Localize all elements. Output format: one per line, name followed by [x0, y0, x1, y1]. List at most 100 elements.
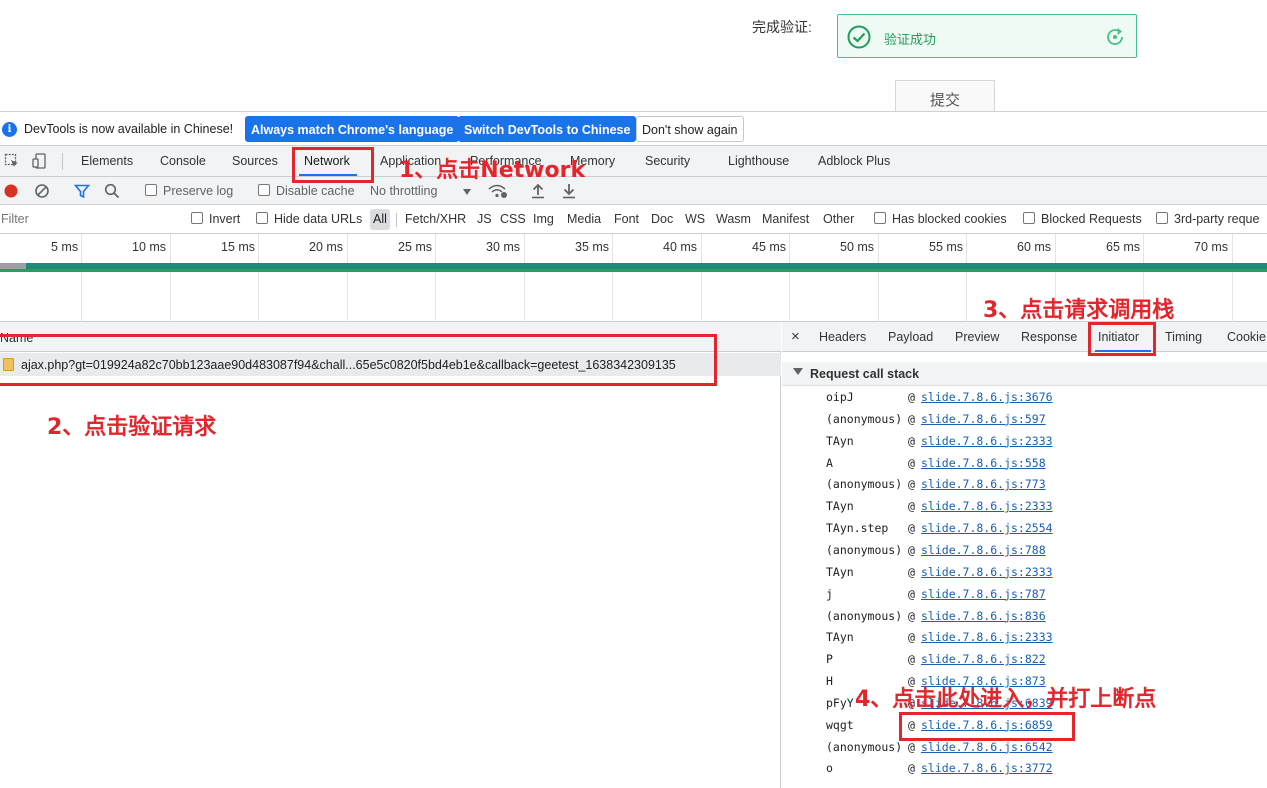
export-har-icon[interactable] [562, 183, 576, 199]
tab-adblock-plus[interactable]: Adblock Plus [818, 154, 890, 168]
timeline-gridline [966, 234, 967, 322]
tab-sources[interactable]: Sources [232, 154, 278, 168]
filter-type-fetch-xhr[interactable]: Fetch/XHR [405, 212, 466, 226]
filter-type-js[interactable]: JS [477, 212, 492, 226]
list-item: TAyn @ slide.7.8.6.js:2333 [782, 627, 1267, 648]
filter-type-all[interactable]: All [370, 209, 390, 230]
info-icon: i [2, 122, 17, 137]
annotation-box-stack-frame [899, 712, 1075, 741]
switch-to-chinese-button[interactable]: Switch DevTools to Chinese [458, 116, 637, 142]
blocked-requests-label: Blocked Requests [1041, 212, 1142, 226]
tab-payload[interactable]: Payload [888, 330, 933, 344]
stack-source-link[interactable]: slide.7.8.6.js:597 [921, 412, 1046, 426]
tab-timing[interactable]: Timing [1165, 330, 1202, 344]
stack-source-link[interactable]: slide.7.8.6.js:787 [921, 587, 1046, 601]
filter-icon[interactable] [74, 183, 90, 199]
filter-type-manifest[interactable]: Manifest [762, 212, 809, 226]
filter-type-doc[interactable]: Doc [651, 212, 673, 226]
stack-source-link[interactable]: slide.7.8.6.js:836 [921, 609, 1046, 623]
preserve-log-checkbox[interactable]: Preserve log [145, 184, 233, 198]
tab-headers[interactable]: Headers [819, 330, 866, 344]
checkbox-box[interactable] [258, 184, 270, 196]
stack-source-link[interactable]: slide.7.8.6.js:822 [921, 652, 1046, 666]
stack-function-name: TAyn [826, 630, 854, 645]
always-match-language-button[interactable]: Always match Chrome's language [245, 116, 460, 142]
record-icon[interactable] [3, 183, 19, 199]
timeline-tick: 10 ms [132, 240, 167, 254]
network-conditions-icon[interactable] [488, 183, 508, 199]
inspect-element-icon[interactable] [4, 153, 20, 169]
tab-elements[interactable]: Elements [81, 154, 133, 168]
collapse-triangle-icon[interactable] [793, 368, 803, 375]
filter-type-ws[interactable]: WS [685, 212, 705, 226]
timeline-gridline [612, 234, 613, 322]
hide-data-urls-checkbox[interactable]: Hide data URLs [256, 212, 362, 226]
stack-source-link[interactable]: slide.7.8.6.js:2554 [921, 521, 1053, 535]
annotation-box-network-tab [292, 147, 374, 183]
filter-type-img[interactable]: Img [533, 212, 554, 226]
list-item: TAyn @ slide.7.8.6.js:2333 [782, 562, 1267, 583]
stack-source-link[interactable]: slide.7.8.6.js:558 [921, 456, 1046, 470]
tab-cookies[interactable]: Cookie [1227, 330, 1266, 344]
list-item: (anonymous) @ slide.7.8.6.js:773 [782, 474, 1267, 495]
stack-source-link[interactable]: slide.7.8.6.js:773 [921, 477, 1046, 491]
tab-lighthouse[interactable]: Lighthouse [728, 154, 789, 168]
timeline-tick: 30 ms [486, 240, 521, 254]
stack-at-sign: @ [908, 411, 915, 426]
stack-at-sign: @ [908, 499, 915, 514]
network-filter-bar: Invert Hide data URLs All Fetch/XHR JS C… [0, 205, 1267, 234]
filter-type-other[interactable]: Other [823, 212, 854, 226]
list-item: (anonymous) @ slide.7.8.6.js:836 [782, 606, 1267, 627]
tab-security[interactable]: Security [645, 154, 690, 168]
filter-type-media[interactable]: Media [567, 212, 601, 226]
stack-at-sign: @ [908, 608, 915, 623]
invert-checkbox[interactable]: Invert [191, 212, 240, 226]
refresh-icon[interactable] [1104, 26, 1126, 48]
filter-input[interactable] [0, 208, 178, 230]
list-item: (anonymous) @ slide.7.8.6.js:597 [782, 409, 1267, 430]
checkbox-box[interactable] [1156, 212, 1168, 224]
stack-function-name: H [826, 674, 833, 689]
clear-icon[interactable] [34, 183, 50, 199]
list-item: A @ slide.7.8.6.js:558 [782, 453, 1267, 474]
throttling-select[interactable]: No throttling [370, 184, 437, 198]
chevron-down-icon[interactable] [463, 189, 471, 195]
stack-function-name: (anonymous) [826, 608, 903, 623]
filter-type-css[interactable]: CSS [500, 212, 526, 226]
has-blocked-cookies-checkbox[interactable]: Has blocked cookies [874, 212, 1007, 226]
stack-source-link[interactable]: slide.7.8.6.js:6542 [921, 740, 1053, 754]
search-icon[interactable] [104, 183, 120, 199]
checkbox-box[interactable] [256, 212, 268, 224]
disable-cache-checkbox[interactable]: Disable cache [258, 184, 355, 198]
close-icon[interactable]: × [791, 328, 800, 345]
third-party-requests-checkbox[interactable]: 3rd-party reque [1156, 212, 1259, 226]
filter-type-font[interactable]: Font [614, 212, 639, 226]
request-call-stack-header[interactable]: Request call stack [782, 362, 1267, 386]
stack-source-link[interactable]: slide.7.8.6.js:2333 [921, 565, 1053, 579]
checkbox-box[interactable] [191, 212, 203, 224]
tab-preview[interactable]: Preview [955, 330, 999, 344]
filter-type-wasm[interactable]: Wasm [716, 212, 751, 226]
stack-source-link[interactable]: slide.7.8.6.js:2333 [921, 630, 1053, 644]
submit-button[interactable]: 提交 [895, 80, 995, 112]
checkbox-box[interactable] [874, 212, 886, 224]
stack-source-link[interactable]: slide.7.8.6.js:3772 [921, 761, 1053, 775]
stack-source-link[interactable]: slide.7.8.6.js:2333 [921, 499, 1053, 513]
dont-show-again-button[interactable]: Don't show again [636, 116, 744, 142]
device-toolbar-icon[interactable] [32, 153, 48, 169]
captcha-success-box[interactable]: 验证成功 [837, 14, 1137, 58]
stack-source-link[interactable]: slide.7.8.6.js:3676 [921, 390, 1053, 404]
tab-console[interactable]: Console [160, 154, 206, 168]
import-har-icon[interactable] [531, 183, 545, 199]
stack-source-link[interactable]: slide.7.8.6.js:788 [921, 543, 1046, 557]
checkbox-box[interactable] [1023, 212, 1035, 224]
invert-label: Invert [209, 212, 241, 226]
stack-at-sign: @ [908, 586, 915, 601]
timeline-gridline [258, 234, 259, 322]
list-item: TAyn @ slide.7.8.6.js:2333 [782, 431, 1267, 452]
checkbox-box[interactable] [145, 184, 157, 196]
tab-response[interactable]: Response [1021, 330, 1077, 344]
stack-source-link[interactable]: slide.7.8.6.js:2333 [921, 434, 1053, 448]
blocked-requests-checkbox[interactable]: Blocked Requests [1023, 212, 1142, 226]
list-item: P @ slide.7.8.6.js:822 [782, 649, 1267, 670]
